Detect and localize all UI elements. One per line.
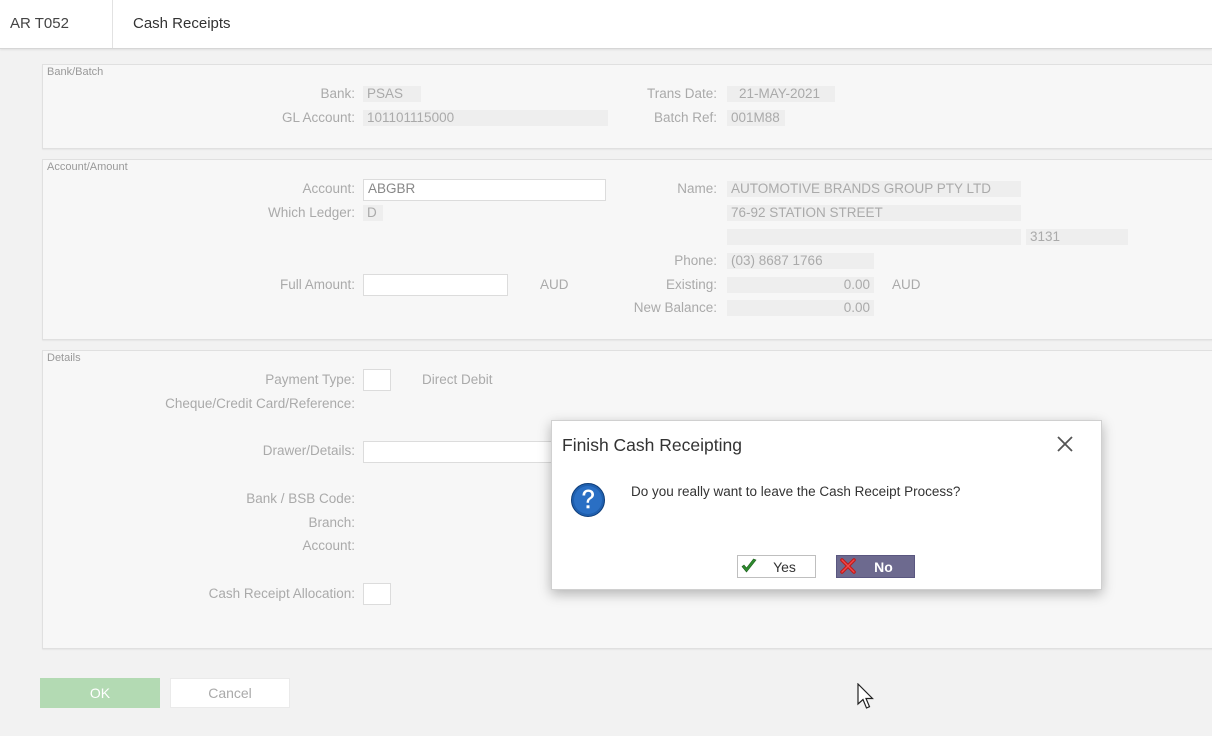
- existing-label: Existing:: [665, 277, 717, 292]
- finish-cash-receipting-dialog: Finish Cash Receipting Do you really wan…: [551, 420, 1102, 590]
- payment-type-description: Direct Debit: [422, 372, 493, 387]
- full-amount-input[interactable]: [363, 274, 508, 296]
- address-line2-field[interactable]: [727, 229, 1021, 245]
- page-title: Cash Receipts: [133, 15, 231, 32]
- yes-button[interactable]: Yes: [737, 555, 816, 578]
- no-button[interactable]: No: [836, 555, 915, 578]
- batch-ref-field[interactable]: 001M88: [727, 110, 785, 126]
- header-divider: [112, 0, 113, 48]
- new-balance-field[interactable]: 0.00: [727, 300, 874, 316]
- dialog-message: Do you really want to leave the Cash Rec…: [631, 484, 961, 499]
- branch-label: Branch:: [308, 515, 355, 530]
- account-label: Account:: [302, 181, 355, 196]
- which-ledger-field[interactable]: D: [363, 205, 383, 221]
- close-icon[interactable]: [1054, 433, 1076, 455]
- phone-field[interactable]: (03) 8687 1766: [727, 253, 874, 269]
- yes-button-label: Yes: [773, 559, 796, 575]
- existing-currency: AUD: [892, 277, 921, 292]
- cheque-reference-label: Cheque/Credit Card/Reference:: [165, 396, 355, 411]
- bank-label: Bank:: [320, 86, 355, 101]
- bank-account-label: Account:: [302, 538, 355, 553]
- bank-batch-legend: Bank/Batch: [47, 66, 104, 78]
- cancel-button[interactable]: Cancel: [170, 678, 290, 708]
- existing-field[interactable]: 0.00: [727, 277, 874, 293]
- account-input[interactable]: ABGBR: [363, 179, 606, 201]
- app-header: AR T052 Cash Receipts: [0, 0, 1212, 49]
- batch-ref-label: Batch Ref:: [653, 110, 717, 125]
- trans-date-field[interactable]: 21-MAY-2021: [727, 86, 835, 102]
- name-field[interactable]: AUTOMOTIVE BRANDS GROUP PTY LTD: [727, 181, 1021, 197]
- account-amount-legend: Account/Amount: [47, 161, 128, 173]
- payment-type-input[interactable]: [363, 369, 391, 391]
- trans-date-label: Trans Date:: [646, 86, 717, 101]
- bank-field[interactable]: PSAS: [363, 86, 421, 102]
- ok-button[interactable]: OK: [40, 678, 160, 708]
- drawer-details-label: Drawer/Details:: [262, 443, 355, 458]
- account-amount-panel: Account/Amount Account: ABGBR Which Ledg…: [42, 159, 1212, 340]
- details-legend: Details: [47, 352, 81, 364]
- full-amount-currency: AUD: [540, 277, 569, 292]
- bsb-code-label: Bank / BSB Code:: [246, 491, 355, 506]
- gl-account-field[interactable]: 101101115000: [363, 110, 608, 126]
- cash-receipt-allocation-input[interactable]: [363, 583, 391, 605]
- which-ledger-label: Which Ledger:: [267, 205, 355, 220]
- phone-label: Phone:: [674, 253, 717, 268]
- payment-type-label: Payment Type:: [265, 372, 355, 387]
- question-icon: [570, 482, 606, 518]
- bank-batch-panel: Bank/Batch Bank: PSAS GL Account: 101101…: [42, 64, 1212, 149]
- new-balance-label: New Balance:: [633, 300, 717, 315]
- gl-account-label: GL Account:: [281, 110, 355, 125]
- postcode-field[interactable]: 3131: [1026, 229, 1128, 245]
- name-label: Name:: [677, 181, 717, 196]
- cash-receipt-allocation-label: Cash Receipt Allocation:: [208, 586, 355, 601]
- mouse-cursor-icon: [857, 682, 877, 714]
- dialog-title: Finish Cash Receipting: [562, 435, 742, 455]
- program-code: AR T052: [10, 15, 69, 32]
- address-line1-field[interactable]: 76-92 STATION STREET: [727, 205, 1021, 221]
- full-amount-label: Full Amount:: [279, 277, 355, 292]
- drawer-details-input[interactable]: [363, 441, 563, 463]
- no-button-label: No: [874, 559, 893, 575]
